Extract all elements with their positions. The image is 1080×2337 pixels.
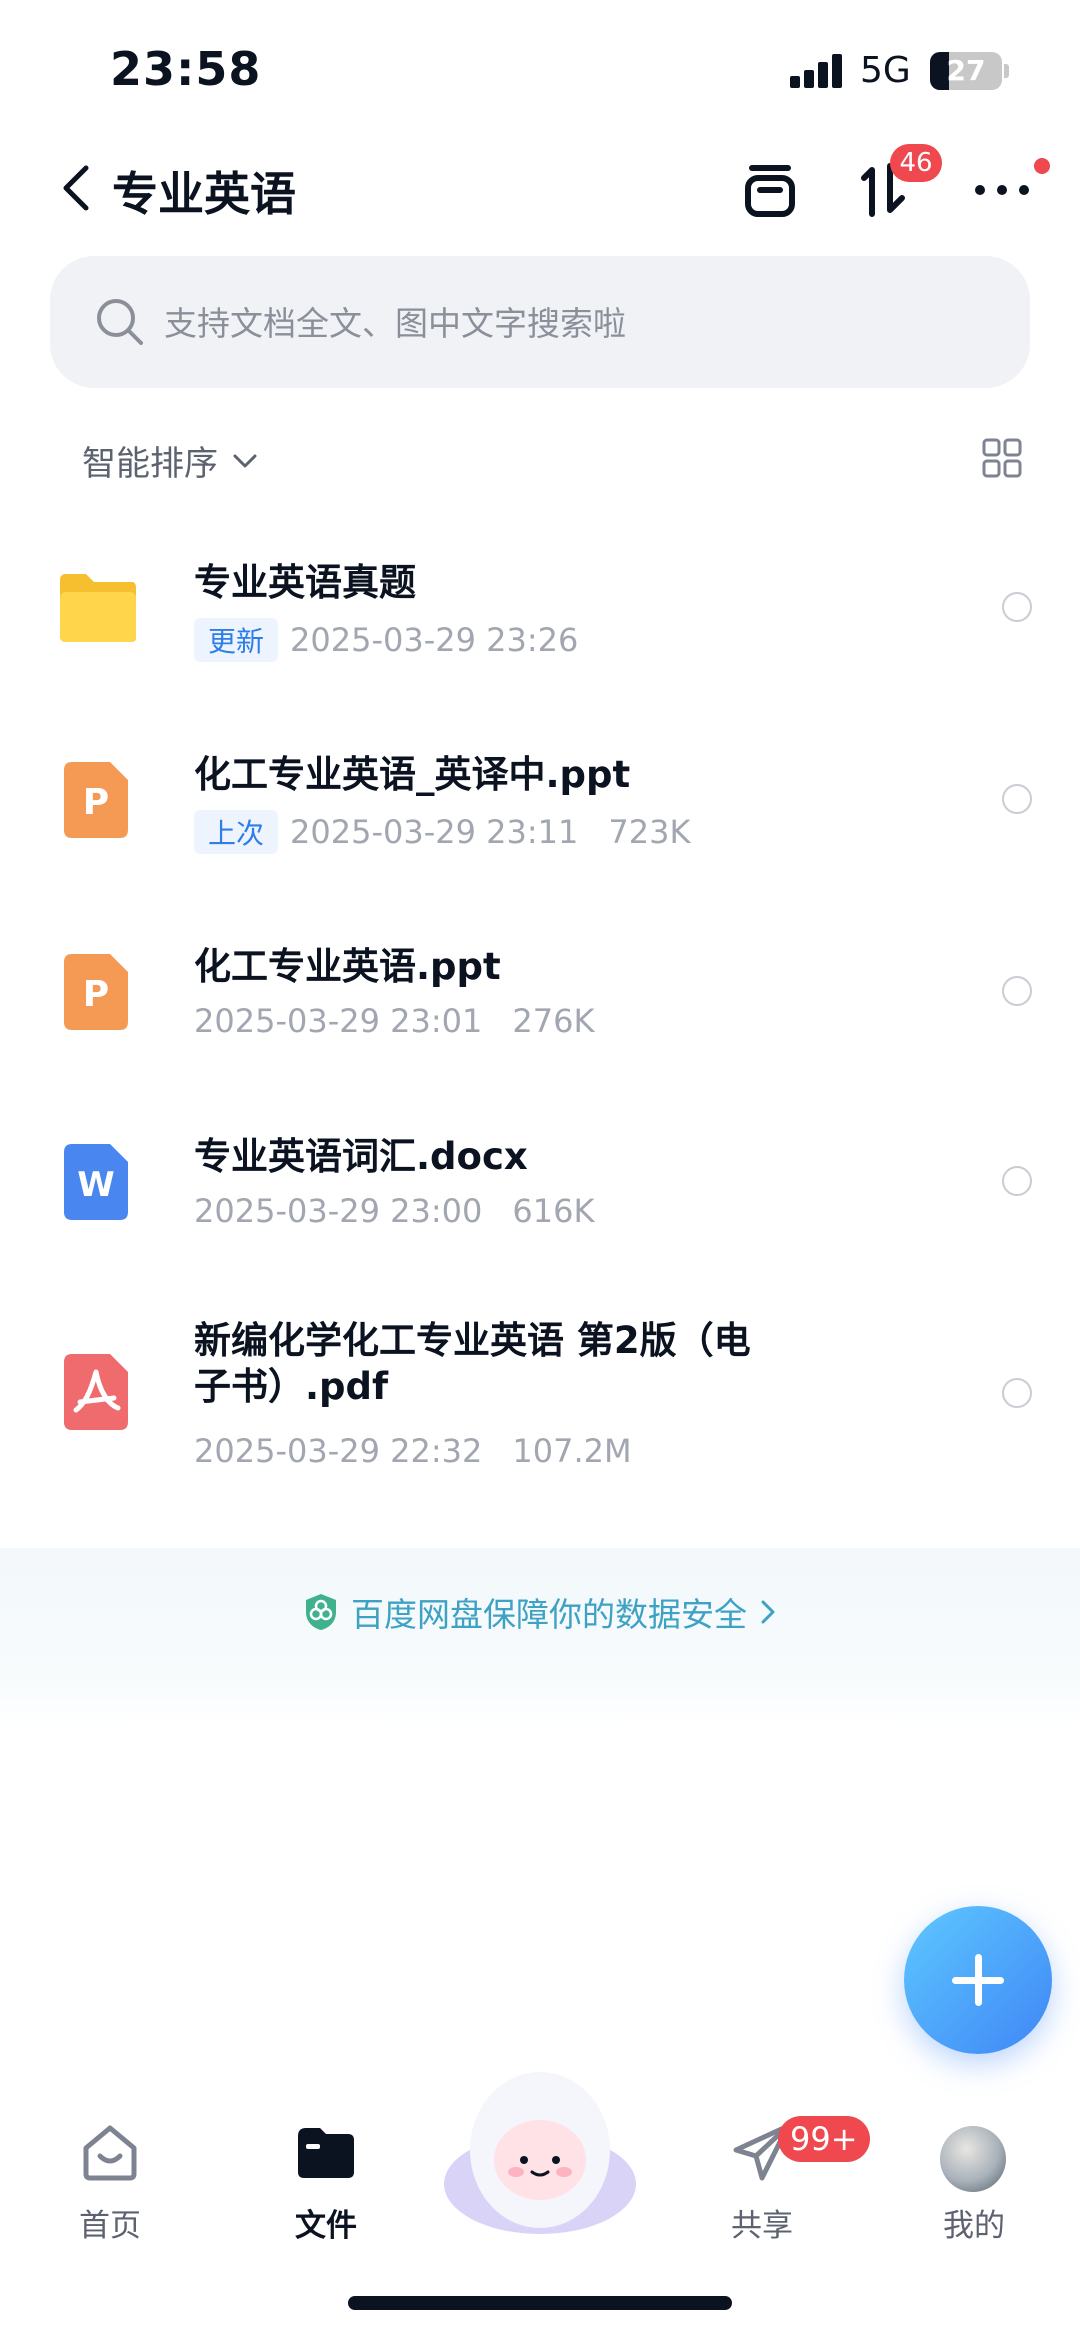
chevron-down-icon xyxy=(233,454,257,467)
select-radio[interactable] xyxy=(1002,976,1032,1006)
nav-home[interactable]: 首页 xyxy=(40,2120,180,2250)
plus-icon[interactable] xyxy=(904,1906,1052,2054)
select-radio[interactable] xyxy=(1002,1378,1032,1408)
nav-share-label: 共享 xyxy=(731,2208,793,2244)
file-size: 616K xyxy=(512,1192,595,1230)
select-radio[interactable] xyxy=(1002,1166,1032,1196)
signal-icon xyxy=(790,54,844,88)
folder-icon xyxy=(56,570,140,650)
page-title: 专业英语 xyxy=(112,167,296,221)
search-bar[interactable] xyxy=(50,256,1030,388)
sort-dropdown[interactable]: 智能排序 xyxy=(82,436,258,485)
nav-me-label: 我的 xyxy=(943,2208,1005,2244)
file-name: 化工专业英语_英译中.ppt xyxy=(194,753,631,796)
file-row-word[interactable]: W 专业英语词汇.docx 2025-03-29 23:00 616K xyxy=(0,1114,1080,1254)
battery-level: 27 xyxy=(946,54,986,87)
file-row-ppt[interactable]: P 化工专业英语_英译中.ppt 上次 2025-03-29 23:11 723… xyxy=(0,732,1080,872)
assistant-mascot-icon[interactable] xyxy=(440,2064,640,2240)
file-name: 新编化学化工专业英语 第2版（电子书）.pdf xyxy=(194,1319,751,1408)
search-icon xyxy=(94,296,146,348)
select-radio[interactable] xyxy=(1002,784,1032,814)
battery-icon: 27 xyxy=(930,52,1002,90)
sort-label: 智能排序 xyxy=(82,444,218,484)
file-name: 专业英语真题 xyxy=(194,561,416,604)
safety-text: 百度网盘保障你的数据安全 xyxy=(351,1595,747,1634)
file-tag: 上次 xyxy=(194,810,279,854)
file-date: 2025-03-29 23:11 xyxy=(290,813,579,851)
share-badge: 99+ xyxy=(778,2116,870,2162)
word-file-icon: W xyxy=(64,1144,130,1224)
transfer-badge: 46 xyxy=(890,144,942,182)
file-date: 2025-03-29 22:32 xyxy=(194,1432,483,1470)
svg-text:P: P xyxy=(83,782,109,823)
back-icon[interactable] xyxy=(56,160,100,216)
file-date: 2025-03-29 23:26 xyxy=(290,621,579,659)
more-icon[interactable] xyxy=(970,158,1034,222)
status-time: 23:58 xyxy=(110,42,262,96)
ppt-file-icon: P xyxy=(64,954,130,1034)
file-row-ppt[interactable]: P 化工专业英语.ppt 2025-03-29 23:01 276K xyxy=(0,924,1080,1064)
pdf-file-icon xyxy=(64,1354,130,1434)
grid-view-icon[interactable] xyxy=(982,438,1022,478)
avatar[interactable] xyxy=(940,2126,1006,2192)
svg-text:W: W xyxy=(77,1165,115,1205)
file-size: 276K xyxy=(512,1002,595,1040)
shield-icon xyxy=(306,1594,336,1630)
file-row-pdf[interactable]: 新编化学化工专业英语 第2版（电子书）.pdf 2025-03-29 22:32… xyxy=(0,1318,1080,1498)
search-input[interactable] xyxy=(162,286,986,360)
select-radio[interactable] xyxy=(1002,592,1032,622)
safety-banner[interactable]: 百度网盘保障你的数据安全 xyxy=(0,1548,1080,1728)
nav-files-label: 文件 xyxy=(295,2208,357,2244)
home-indicator xyxy=(348,2296,732,2310)
file-date: 2025-03-29 23:01 xyxy=(194,1002,483,1040)
file-size: 107.2M xyxy=(512,1432,632,1470)
file-tag: 更新 xyxy=(194,618,279,662)
chevron-right-icon xyxy=(761,1600,775,1624)
network-label: 5G xyxy=(860,50,911,91)
svg-text:P: P xyxy=(83,974,109,1015)
more-notification-dot xyxy=(1034,158,1050,174)
file-date: 2025-03-29 23:00 xyxy=(194,1192,483,1230)
folder-nav-icon xyxy=(294,2120,358,2184)
nav-home-label: 首页 xyxy=(79,2208,141,2244)
file-name: 专业英语词汇.docx xyxy=(194,1135,528,1178)
recycle-box-icon[interactable] xyxy=(738,158,802,222)
home-icon xyxy=(78,2120,142,2184)
file-row-folder[interactable]: 专业英语真题 更新 2025-03-29 23:26 xyxy=(0,540,1080,680)
nav-files[interactable]: 文件 xyxy=(256,2120,396,2250)
file-size: 723K xyxy=(608,813,691,851)
ppt-file-icon: P xyxy=(64,762,130,842)
file-name: 化工专业英语.ppt xyxy=(194,945,501,988)
battery-tip xyxy=(1004,64,1009,78)
